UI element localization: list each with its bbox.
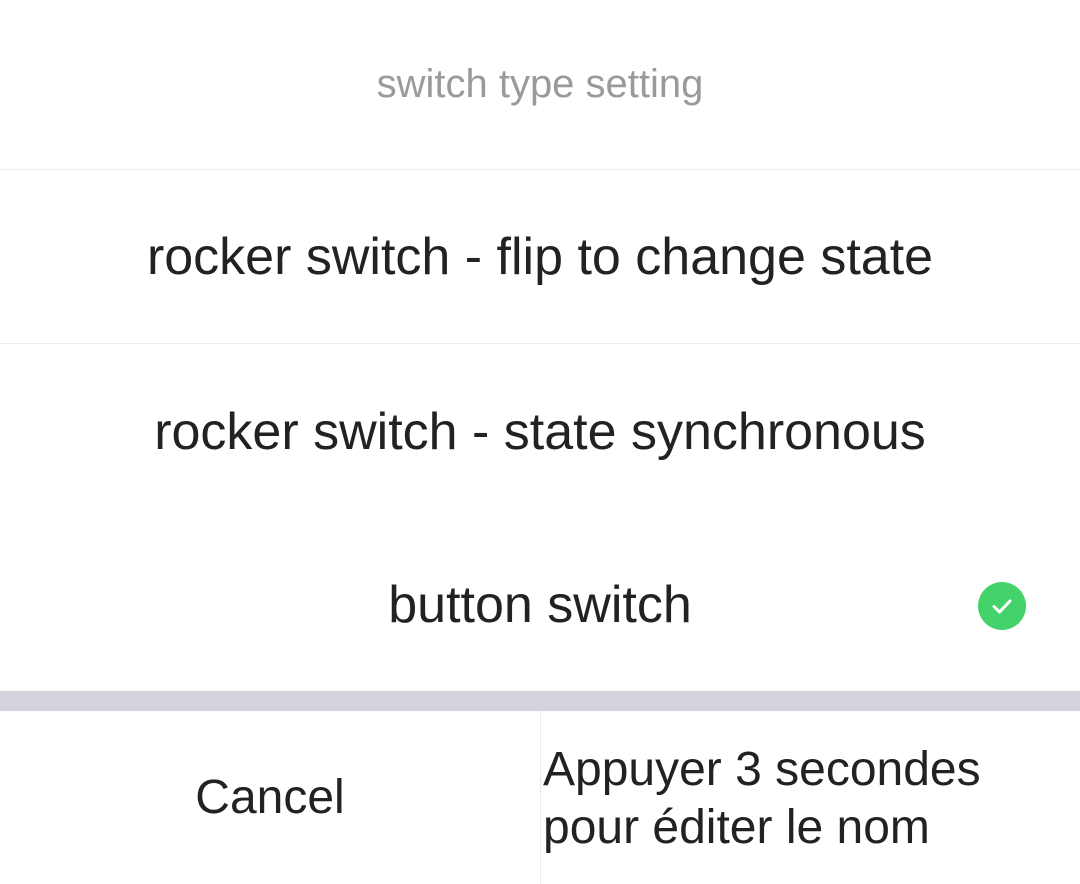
cancel-label: Cancel [195,771,345,824]
sheet-footer: Cancel Appuyer 3 secondes pour éditer le… [0,711,1080,884]
option-rocker-synchronous[interactable]: rocker switch - state synchronous [0,345,1080,518]
option-label: rocker switch - state synchronous [154,402,926,461]
switch-type-sheet: switch type setting rocker switch - flip… [0,0,1080,884]
rename-hint-area[interactable]: Appuyer 3 secondes pour éditer le nom [540,711,1080,884]
check-circle-icon [978,582,1026,630]
option-button-switch[interactable]: button switch [0,518,1080,691]
option-label: rocker switch - flip to change state [146,228,934,286]
cancel-button[interactable]: Cancel [0,711,540,884]
section-separator [0,691,1080,711]
option-label: button switch [388,575,692,634]
sheet-title: switch type setting [0,0,1080,170]
option-rocker-flip[interactable]: rocker switch - flip to change state [0,171,1080,344]
rename-hint-text: Appuyer 3 secondes pour éditer le nom [543,743,981,854]
